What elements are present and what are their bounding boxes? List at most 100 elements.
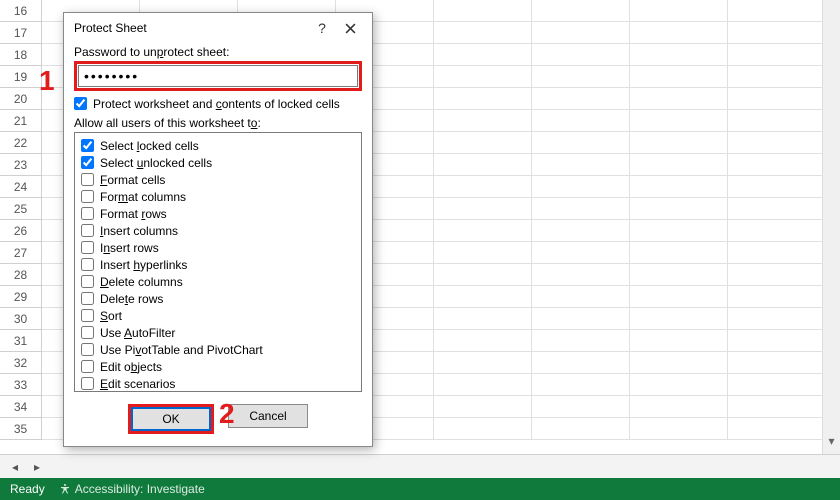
cell[interactable] — [630, 374, 728, 396]
cell[interactable] — [630, 176, 728, 198]
accessibility-status[interactable]: Accessibility: Investigate — [59, 482, 205, 496]
cancel-button[interactable]: Cancel — [228, 404, 308, 428]
cell[interactable] — [532, 176, 630, 198]
scroll-down-icon[interactable]: ▾ — [823, 432, 840, 450]
permission-item[interactable]: Format rows — [81, 205, 355, 222]
cell[interactable] — [532, 418, 630, 440]
permission-checkbox[interactable] — [81, 190, 94, 203]
cell[interactable] — [630, 88, 728, 110]
cell[interactable] — [434, 396, 532, 418]
permission-checkbox[interactable] — [81, 326, 94, 339]
row-header[interactable]: 18 — [0, 44, 42, 66]
permission-checkbox[interactable] — [81, 360, 94, 373]
cell[interactable] — [630, 396, 728, 418]
cell[interactable] — [728, 44, 826, 66]
cell[interactable] — [532, 88, 630, 110]
cell[interactable] — [728, 154, 826, 176]
cell[interactable] — [532, 198, 630, 220]
cell[interactable] — [630, 330, 728, 352]
row-header[interactable]: 19 — [0, 66, 42, 88]
dialog-titlebar[interactable]: Protect Sheet ? — [64, 13, 372, 43]
cell[interactable] — [728, 264, 826, 286]
permission-item[interactable]: Format columns — [81, 188, 355, 205]
cell[interactable] — [728, 88, 826, 110]
row-header[interactable]: 29 — [0, 286, 42, 308]
cell[interactable] — [728, 66, 826, 88]
permission-item[interactable]: Use AutoFilter — [81, 324, 355, 341]
row-header[interactable]: 30 — [0, 308, 42, 330]
cell[interactable] — [728, 22, 826, 44]
cell[interactable] — [434, 330, 532, 352]
cell[interactable] — [532, 220, 630, 242]
cell[interactable] — [630, 0, 728, 22]
permission-checkbox[interactable] — [81, 224, 94, 237]
cell[interactable] — [728, 110, 826, 132]
permission-checkbox[interactable] — [81, 343, 94, 356]
vertical-scrollbar[interactable]: ▾ — [822, 0, 840, 454]
cell[interactable] — [532, 110, 630, 132]
cell[interactable] — [728, 176, 826, 198]
cell[interactable] — [532, 22, 630, 44]
permission-item[interactable]: Sort — [81, 307, 355, 324]
row-header[interactable]: 27 — [0, 242, 42, 264]
cell[interactable] — [532, 132, 630, 154]
permission-checkbox[interactable] — [81, 207, 94, 220]
permission-item[interactable]: Format cells — [81, 171, 355, 188]
prev-sheet-icon[interactable]: ◂ — [8, 460, 22, 474]
close-button[interactable] — [336, 16, 364, 40]
cell[interactable] — [728, 0, 826, 22]
permission-checkbox[interactable] — [81, 258, 94, 271]
permission-checkbox[interactable] — [81, 309, 94, 322]
permission-item[interactable]: Select unlocked cells — [81, 154, 355, 171]
cell[interactable] — [630, 352, 728, 374]
cell[interactable] — [728, 352, 826, 374]
cell[interactable] — [728, 242, 826, 264]
cell[interactable] — [434, 374, 532, 396]
cell[interactable] — [434, 0, 532, 22]
cell[interactable] — [532, 66, 630, 88]
permission-checkbox[interactable] — [81, 173, 94, 186]
permission-checkbox[interactable] — [81, 139, 94, 152]
row-header[interactable]: 33 — [0, 374, 42, 396]
permission-item[interactable]: Delete columns — [81, 273, 355, 290]
cell[interactable] — [532, 286, 630, 308]
permission-checkbox[interactable] — [81, 292, 94, 305]
help-button[interactable]: ? — [308, 16, 336, 40]
cell[interactable] — [630, 44, 728, 66]
row-header[interactable]: 17 — [0, 22, 42, 44]
cell[interactable] — [532, 154, 630, 176]
cell[interactable] — [728, 198, 826, 220]
cell[interactable] — [532, 396, 630, 418]
cell[interactable] — [532, 264, 630, 286]
cell[interactable] — [630, 418, 728, 440]
cell[interactable] — [434, 264, 532, 286]
cell[interactable] — [434, 66, 532, 88]
permission-item[interactable]: Insert rows — [81, 239, 355, 256]
cell[interactable] — [728, 286, 826, 308]
row-header[interactable]: 23 — [0, 154, 42, 176]
cell[interactable] — [728, 220, 826, 242]
cell[interactable] — [434, 44, 532, 66]
row-header[interactable]: 28 — [0, 264, 42, 286]
cell[interactable] — [728, 308, 826, 330]
protect-contents-input[interactable] — [74, 97, 87, 110]
cell[interactable] — [434, 418, 532, 440]
permission-checkbox[interactable] — [81, 156, 94, 169]
row-header[interactable]: 16 — [0, 0, 42, 22]
cell[interactable] — [728, 418, 826, 440]
password-input[interactable] — [78, 65, 358, 87]
cell[interactable] — [630, 220, 728, 242]
permission-checkbox[interactable] — [81, 275, 94, 288]
cell[interactable] — [434, 352, 532, 374]
row-header[interactable]: 24 — [0, 176, 42, 198]
cell[interactable] — [532, 330, 630, 352]
cell[interactable] — [434, 220, 532, 242]
row-header[interactable]: 31 — [0, 330, 42, 352]
cell[interactable] — [630, 308, 728, 330]
permission-item[interactable]: Select locked cells — [81, 137, 355, 154]
next-sheet-icon[interactable]: ▸ — [30, 460, 44, 474]
cell[interactable] — [434, 308, 532, 330]
permissions-list[interactable]: Select locked cellsSelect unlocked cells… — [74, 132, 362, 392]
cell[interactable] — [630, 264, 728, 286]
ok-button[interactable]: OK — [131, 407, 211, 431]
